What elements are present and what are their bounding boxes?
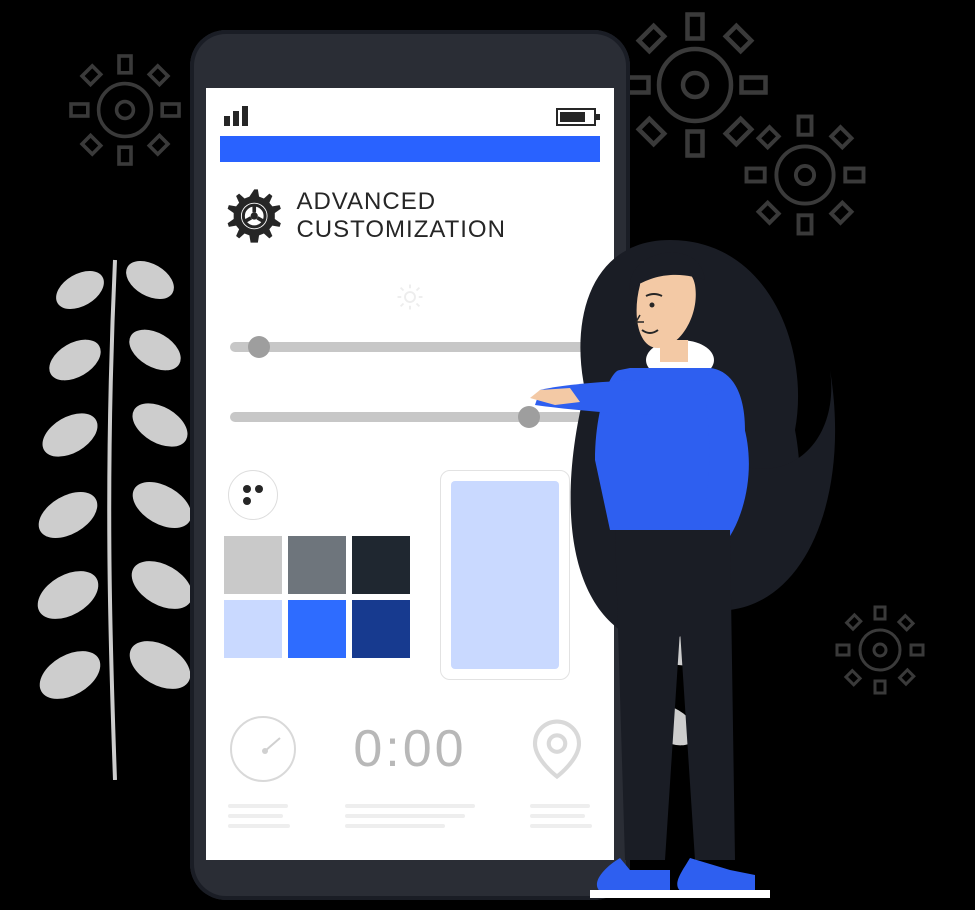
color-swatch[interactable] — [288, 536, 346, 594]
person-illustration — [530, 230, 860, 910]
status-bar — [224, 100, 596, 126]
signal-icon — [224, 106, 248, 126]
palette-picker-icon[interactable] — [228, 470, 278, 520]
color-swatch[interactable] — [352, 536, 410, 594]
color-swatch[interactable] — [352, 600, 410, 658]
color-swatch[interactable] — [224, 536, 282, 594]
gear-outline-icon — [740, 110, 870, 240]
gear-icon — [224, 180, 284, 252]
compass-icon[interactable] — [230, 716, 296, 782]
header-bar — [220, 136, 600, 162]
decorative-plant-left — [20, 220, 210, 780]
color-palette — [224, 536, 410, 658]
clock-time: 0:00 — [353, 719, 466, 779]
brightness-icon — [395, 282, 425, 312]
gear-outline-icon — [65, 50, 185, 170]
color-swatch[interactable] — [224, 600, 282, 658]
color-swatch[interactable] — [288, 600, 346, 658]
battery-icon — [556, 108, 596, 126]
